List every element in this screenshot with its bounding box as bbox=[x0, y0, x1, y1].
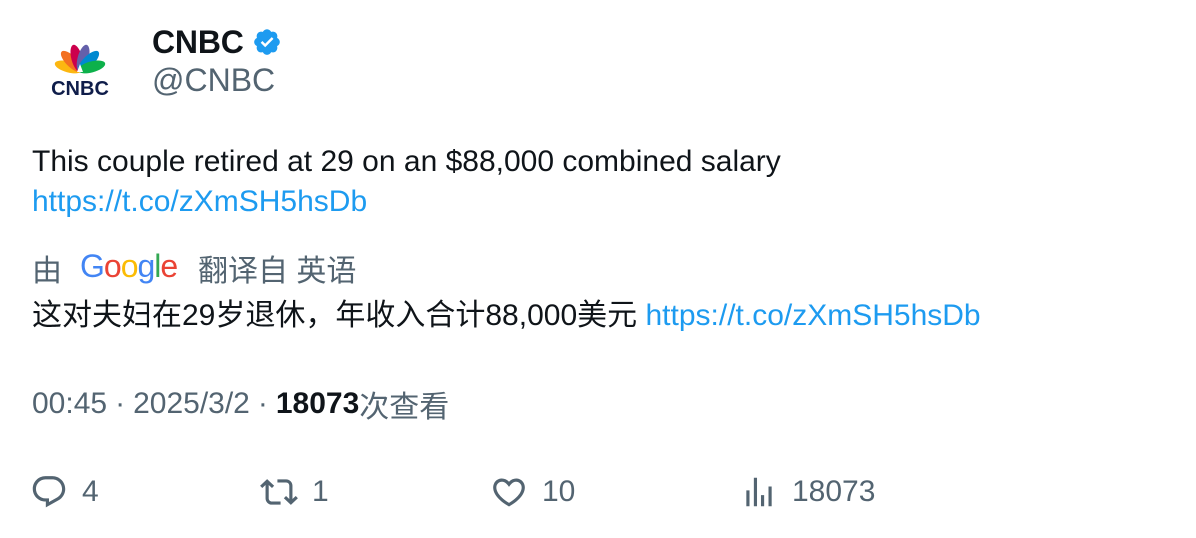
avatar[interactable]: CNBC bbox=[32, 24, 128, 120]
retweet-count: 1 bbox=[312, 475, 329, 508]
views-action-count: 18073 bbox=[792, 475, 876, 508]
like-button[interactable]: 10 bbox=[490, 468, 575, 516]
like-count: 10 bbox=[542, 475, 576, 508]
tweet-text: This couple retired at 29 on an $88,000 … bbox=[32, 142, 1152, 222]
svg-text:CNBC: CNBC bbox=[51, 78, 109, 100]
analytics-bar-icon bbox=[746, 477, 772, 507]
action-bar: 4 1 10 18073 bbox=[30, 468, 1170, 516]
translation-attribution: 由 Google 翻译自 英语 bbox=[32, 246, 356, 290]
tweet-link[interactable]: https://t.co/zXmSH5hsDb bbox=[32, 182, 1152, 222]
svg-text:Google: Google bbox=[80, 250, 177, 284]
reply-icon bbox=[32, 476, 66, 508]
tweet-text-body: This couple retired at 29 on an $88,000 … bbox=[32, 145, 781, 178]
google-logo-icon[interactable]: Google bbox=[80, 250, 178, 286]
translated-text: 这对夫妇在29岁退休，年收入合计88,000美元 https://t.co/zX… bbox=[32, 294, 1172, 338]
translated-link[interactable]: https://t.co/zXmSH5hsDb bbox=[645, 299, 980, 332]
author-handle[interactable]: @CNBC bbox=[152, 62, 275, 99]
tweet-time[interactable]: 00:45 bbox=[32, 387, 107, 421]
heart-icon bbox=[493, 478, 525, 507]
reply-count: 4 bbox=[82, 475, 99, 508]
translation-suffix: 翻译自 英语 bbox=[198, 255, 357, 288]
views-count: 18073 bbox=[275, 387, 360, 420]
meta-separator: · bbox=[115, 387, 126, 420]
views-label: 次查看 bbox=[359, 391, 450, 424]
retweet-icon bbox=[260, 479, 298, 505]
verified-badge-icon bbox=[253, 29, 280, 55]
cnbc-logo-icon: CNBC bbox=[51, 44, 109, 100]
tweet-date[interactable]: 2025/3/2 bbox=[133, 387, 250, 421]
translation-prefix: 由 bbox=[32, 255, 62, 288]
author-name-row[interactable]: CNBC bbox=[152, 20, 282, 64]
retweet-button[interactable]: 1 bbox=[260, 468, 329, 516]
reply-button[interactable]: 4 bbox=[30, 468, 99, 516]
translated-text-body: 这对夫妇在29岁退休，年收入合计88,000美元 bbox=[32, 299, 638, 332]
display-name[interactable]: CNBC bbox=[152, 24, 244, 61]
meta-separator: · bbox=[257, 387, 268, 420]
tweet-meta: 00:45 · 2025/3/2 · 18073 次查看 bbox=[32, 382, 449, 426]
views-button[interactable]: 18073 bbox=[740, 468, 875, 516]
